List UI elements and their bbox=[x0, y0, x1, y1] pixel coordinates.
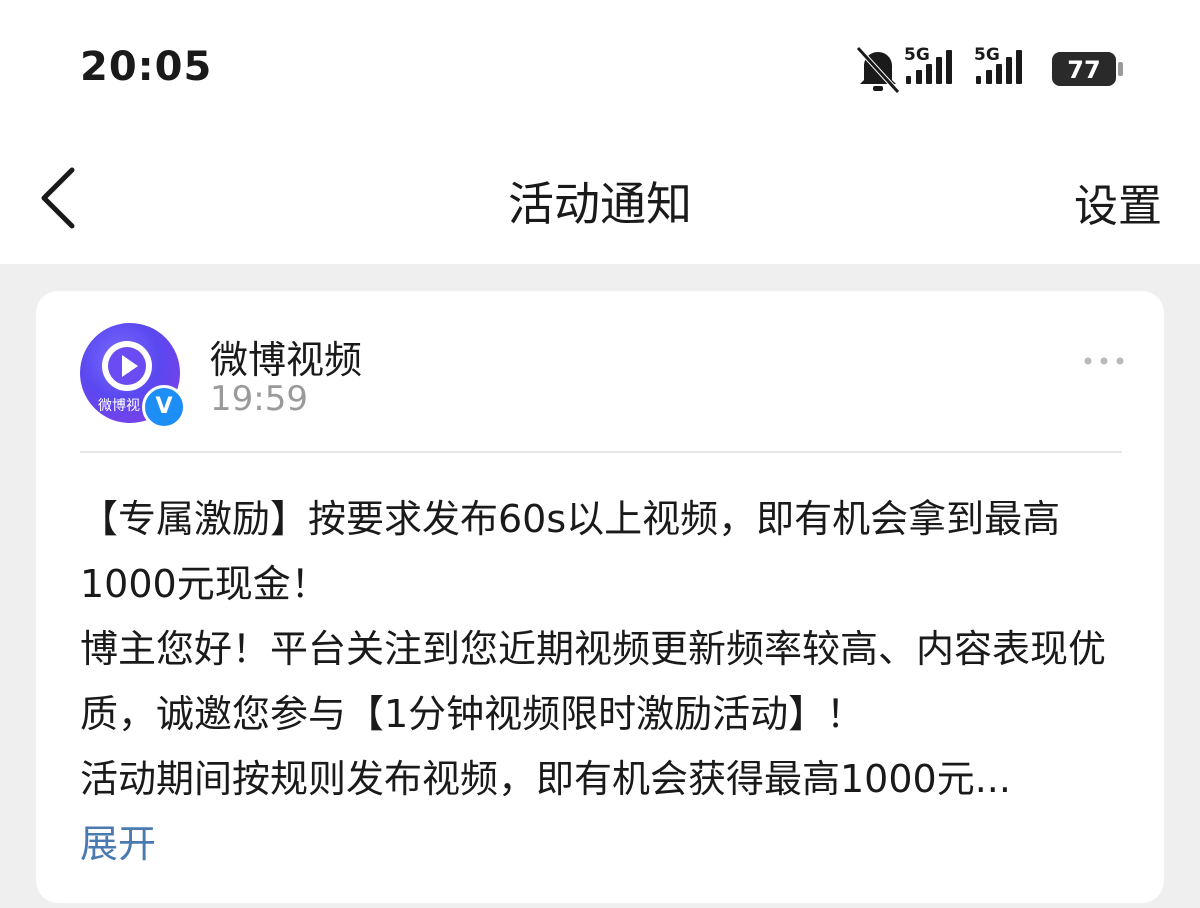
status-bar: 20:05 5G 5G 77 bbox=[0, 0, 1200, 130]
svg-text:5G: 5G bbox=[974, 45, 1000, 65]
battery-icon: 77 bbox=[1052, 52, 1123, 86]
message-paragraph: 活动期间按规则发布视频，即有机会获得最高1000元... bbox=[80, 757, 1011, 801]
svg-text:77: 77 bbox=[1067, 56, 1100, 84]
settings-button[interactable]: 设置 bbox=[1074, 170, 1162, 234]
divider bbox=[80, 451, 1122, 453]
status-time: 20:05 bbox=[80, 44, 213, 90]
signal-5g-icon: 5G bbox=[974, 45, 1022, 84]
verified-badge-icon: V bbox=[142, 385, 186, 429]
sender-time: 19:59 bbox=[210, 379, 308, 419]
page-title: 活动通知 bbox=[508, 177, 692, 231]
avatar-label: 微博视 bbox=[98, 398, 140, 414]
play-icon bbox=[102, 341, 152, 391]
avatar[interactable]: 微博视 V bbox=[80, 323, 186, 429]
status-icons: 5G 5G 77 bbox=[856, 45, 1123, 94]
notification-card: 微博视 V 微博视频 19:59 【专属激励】按要求发布60s以上视频，即有机会… bbox=[36, 291, 1164, 903]
navbar: 活动通知 设置 bbox=[0, 130, 1200, 264]
more-horizontal-icon[interactable] bbox=[1082, 353, 1126, 369]
svg-text:5G: 5G bbox=[904, 45, 930, 65]
signal-5g-icon: 5G bbox=[904, 45, 952, 84]
sender-name[interactable]: 微博视频 bbox=[210, 329, 362, 384]
message-content: 【专属激励】按要求发布60s以上视频，即有机会拿到最高1000元现金！ 博主您好… bbox=[80, 487, 1130, 877]
expand-link[interactable]: 展开 bbox=[80, 822, 156, 866]
message-paragraph: 博主您好！平台关注到您近期视频更新频率较高、内容表现优质，诚邀您参与【1分钟视频… bbox=[80, 627, 1107, 736]
message-paragraph: 【专属激励】按要求发布60s以上视频，即有机会拿到最高1000元现金！ bbox=[80, 497, 1061, 606]
bell-muted-icon bbox=[856, 46, 900, 94]
